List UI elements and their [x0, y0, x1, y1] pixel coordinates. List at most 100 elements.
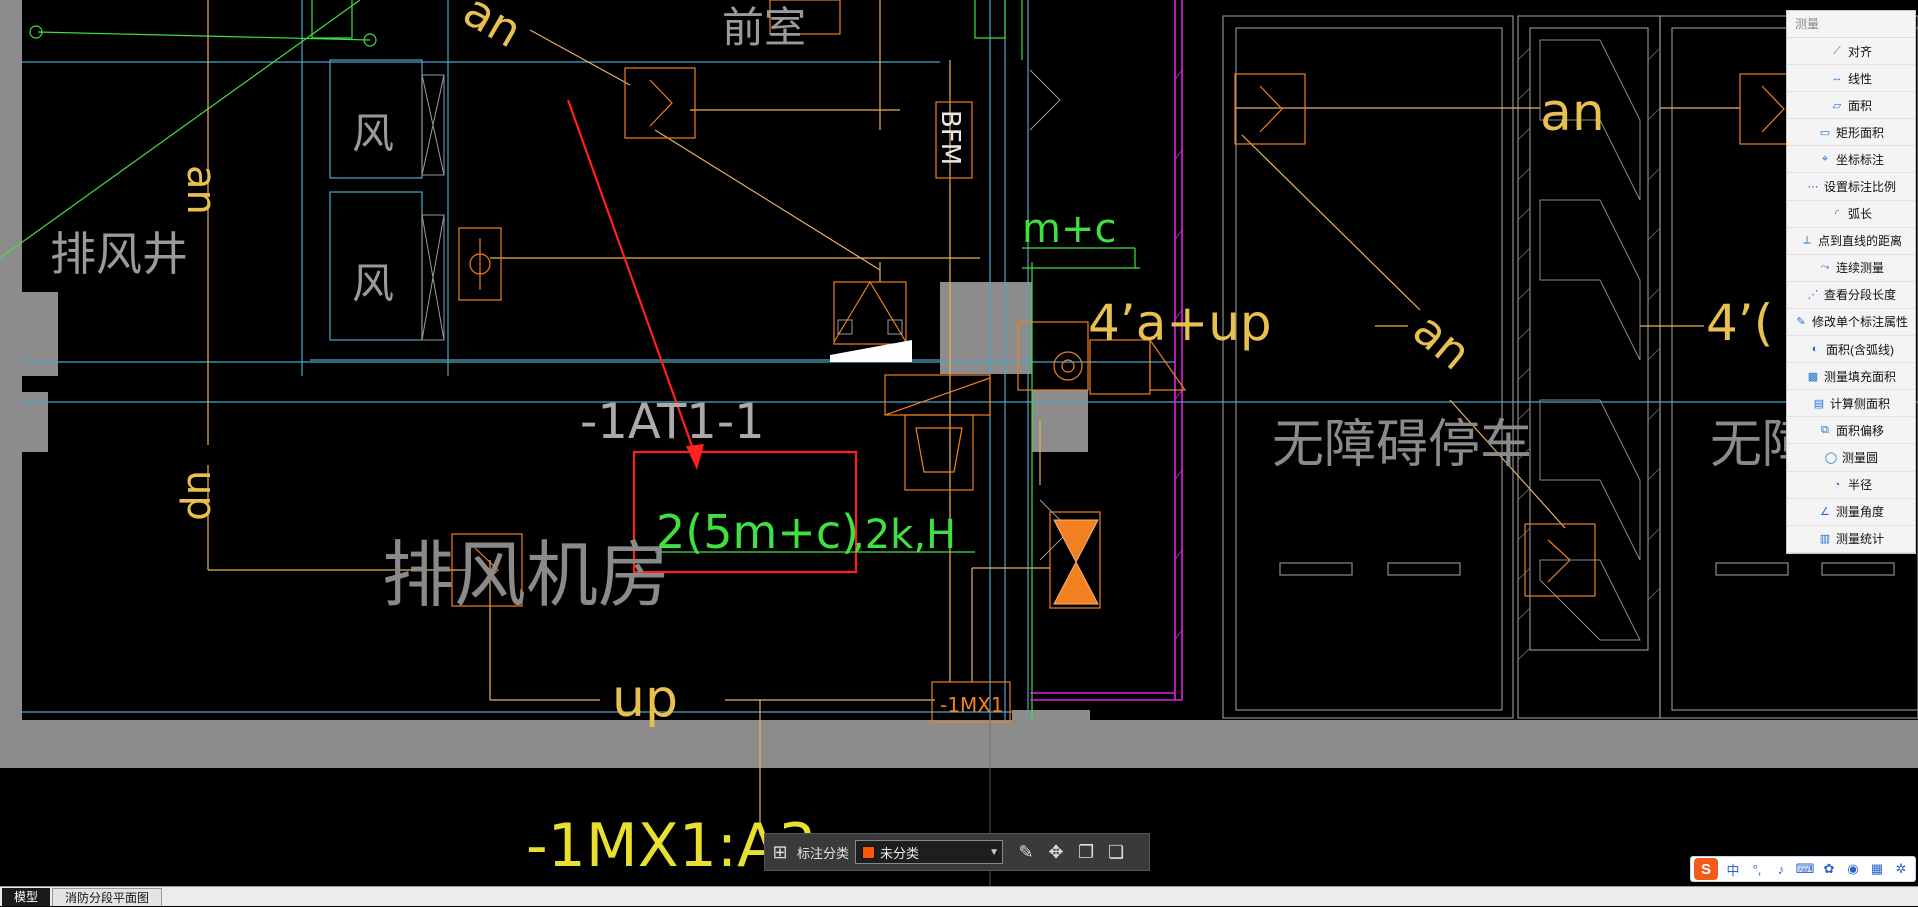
linear-icon: ↔ [1831, 72, 1843, 85]
side-area-icon: ▤ [1813, 397, 1825, 410]
measure-item[interactable]: ⧉ 面积偏移 [1787, 417, 1915, 445]
label-mc: m+c [1022, 206, 1116, 252]
toolbox-icon[interactable]: ▦ [1865, 861, 1889, 877]
arc-area-icon: ◐ [1811, 343, 1819, 356]
chevron-down-icon: ▼ [989, 846, 999, 858]
measure-items: ⟋ 对齐 ↔ 线性 ▱ 面积 ▭ 矩形面积 ⌖ 坐标标注 ⋯ 设置标注比例 ◜ 弧长 ⟂ 点到直线的距离 ⤳ 连续… [1787, 38, 1915, 553]
category-color-swatch [862, 845, 876, 859]
circle-icon: ◯ [1824, 451, 1838, 464]
cad-drawing-canvas[interactable]: 排风井 风 风 前室 排风机房 -1AT1-1 2(5m+c) ,2k,H BF… [0, 0, 1918, 886]
label-highlight-formula: 2(5m+c) [656, 505, 859, 559]
arc-length-icon: ◜ [1834, 208, 1840, 221]
tab-model[interactable]: 模型 [2, 888, 51, 906]
measure-item[interactable]: ◯ 测量圆 [1787, 444, 1915, 472]
measure-item-label: 测量填充面积 [1823, 369, 1896, 384]
skin-icon[interactable]: ✿ [1817, 861, 1841, 877]
measure-item-label: 面积(含弧线) [1826, 342, 1894, 357]
measure-item-label: 点到直线的距离 [1817, 234, 1902, 249]
measure-item[interactable]: ⌖ 坐标标注 [1787, 146, 1915, 174]
measure-item-label: 测量统计 [1835, 532, 1884, 547]
measure-item-label: 对齐 [1847, 44, 1872, 59]
measure-item-label: 测量圆 [1841, 450, 1878, 465]
measure-item-label: 测量角度 [1835, 505, 1884, 520]
punctuation-icon[interactable]: °, [1745, 862, 1769, 877]
move-icon[interactable]: ✥ [1041, 842, 1071, 863]
measure-item-label: 坐标标注 [1835, 152, 1884, 167]
ime-mode[interactable]: 中 [1721, 860, 1745, 879]
measure-item[interactable]: ◜ 弧长 [1787, 201, 1915, 228]
tab-fire-zone-plan[interactable]: 消防分段平面图 [52, 888, 163, 906]
measure-item-label: 查看分段长度 [1823, 288, 1896, 303]
offset-icon: ⧉ [1821, 423, 1829, 436]
label-wuzhangai-1: 无障碍停车 [1272, 415, 1532, 475]
measure-item[interactable]: ▭ 矩形面积 [1787, 119, 1915, 147]
measure-item-label: 半径 [1847, 478, 1872, 493]
label-qian-shi: 前室 [722, 3, 806, 52]
measure-item-label: 矩形面积 [1835, 125, 1884, 140]
label-formula-suffix: ,2k,H [852, 512, 956, 558]
measure-item[interactable]: ↔ 线性 [1787, 65, 1915, 93]
measure-item[interactable]: ◐ 面积(含弧线) [1787, 336, 1915, 364]
grid-view-icon[interactable]: ⊞ [765, 842, 795, 863]
paste-icon[interactable]: ❏ [1101, 842, 1131, 863]
label-feng-1: 风 [352, 109, 394, 158]
radius-icon: ◔ [1833, 478, 1841, 491]
ime-toolbar: S 中 °, ♪ ⌨ ✿ ◉ ▦ ✲ [1690, 856, 1916, 882]
annotation-toolbar: ⊞ 标注分类 未分类 ▼ ✎ ✥ ❐ ❏ [764, 833, 1150, 871]
microphone-icon[interactable]: ♪ [1769, 862, 1793, 877]
game-icon[interactable]: ◉ [1841, 861, 1865, 877]
measure-item[interactable]: ⟂ 点到直线的距离 [1787, 228, 1915, 255]
measure-item-label: 计算侧面积 [1829, 396, 1890, 411]
edit-dim-icon: ✎ [1796, 316, 1806, 329]
measure-item[interactable]: ▤ 计算侧面积 [1787, 390, 1915, 418]
annotation-category-select[interactable]: 未分类 ▼ [855, 840, 1004, 864]
measure-panel: 测量 ⟋ 对齐 ↔ 线性 ▱ 面积 ▭ 矩形面积 ⌖ 坐标标注 ⋯ 设置标注比例 ◜ 弧长 ⟂ 点到直线的距离… [1786, 10, 1916, 554]
measure-item[interactable]: ⤳ 连续测量 [1787, 255, 1915, 282]
label-bfm: BFM [935, 110, 965, 165]
measure-item[interactable]: ⋰ 查看分段长度 [1787, 282, 1915, 309]
stats-icon: ▥ [1819, 533, 1831, 546]
measure-item[interactable]: ▱ 面积 [1787, 92, 1915, 120]
measure-item-label: 面积 [1847, 98, 1872, 113]
area-icon: ▱ [1832, 99, 1842, 112]
measure-item[interactable]: ⟋ 对齐 [1787, 38, 1915, 66]
align-icon: ⟋ [1833, 44, 1841, 57]
measure-item-label: 弧长 [1847, 207, 1872, 222]
label-up-1: up [178, 470, 224, 521]
edit-icon[interactable]: ✎ [1011, 842, 1041, 863]
measure-panel-title: 测量 [1787, 11, 1915, 38]
label-formula-a: 4’a+up [1088, 294, 1272, 352]
measure-item-label: 连续测量 [1835, 261, 1884, 276]
copy-icon[interactable]: ❐ [1071, 842, 1101, 863]
layout-tab-bar: 模型 消防分段平面图 [0, 886, 1918, 906]
measure-item[interactable]: ◔ 半径 [1787, 472, 1915, 499]
measure-item-label: 设置标注比例 [1823, 180, 1896, 195]
measure-item-label: 修改单个标注属性 [1811, 315, 1908, 330]
label-room-code: -1AT1-1 [580, 394, 765, 450]
label-pai-feng-jing: 排风井 [50, 227, 188, 281]
ime-logo-icon[interactable]: S [1694, 858, 1718, 880]
coordinate-icon: ⌖ [1821, 152, 1829, 165]
annotation-category-label: 标注分类 [797, 845, 850, 861]
label-pai-feng-ji-fang: 排风机房 [382, 533, 670, 617]
measure-item[interactable]: ▥ 测量统计 [1787, 526, 1915, 553]
measure-item[interactable]: ✎ 修改单个标注属性 [1787, 309, 1915, 337]
label-an-2: an [1540, 83, 1605, 143]
continuous-icon: ⤳ [1820, 261, 1830, 274]
fill-area-icon: ▩ [1807, 370, 1819, 383]
measure-item-label: 面积偏移 [1835, 423, 1884, 438]
settings-icon[interactable]: ✲ [1889, 861, 1913, 877]
rect-area-icon: ▭ [1819, 126, 1831, 139]
label-up-2: up [612, 669, 678, 729]
label-formula-b: 4’( [1706, 294, 1773, 352]
point-line-icon: ⟂ [1803, 234, 1811, 247]
measure-item[interactable]: ⋯ 设置标注比例 [1787, 173, 1915, 201]
angle-icon: ∠ [1820, 506, 1830, 519]
scale-icon: ⋯ [1807, 181, 1819, 194]
label-mx-box: -1MX1 [940, 693, 1004, 717]
measure-item[interactable]: ▩ 测量填充面积 [1787, 363, 1915, 391]
keyboard-icon[interactable]: ⌨ [1793, 861, 1817, 877]
measure-item[interactable]: ∠ 测量角度 [1787, 499, 1915, 526]
label-feng-2: 风 [352, 259, 394, 308]
segment-icon: ⋰ [1807, 289, 1819, 302]
